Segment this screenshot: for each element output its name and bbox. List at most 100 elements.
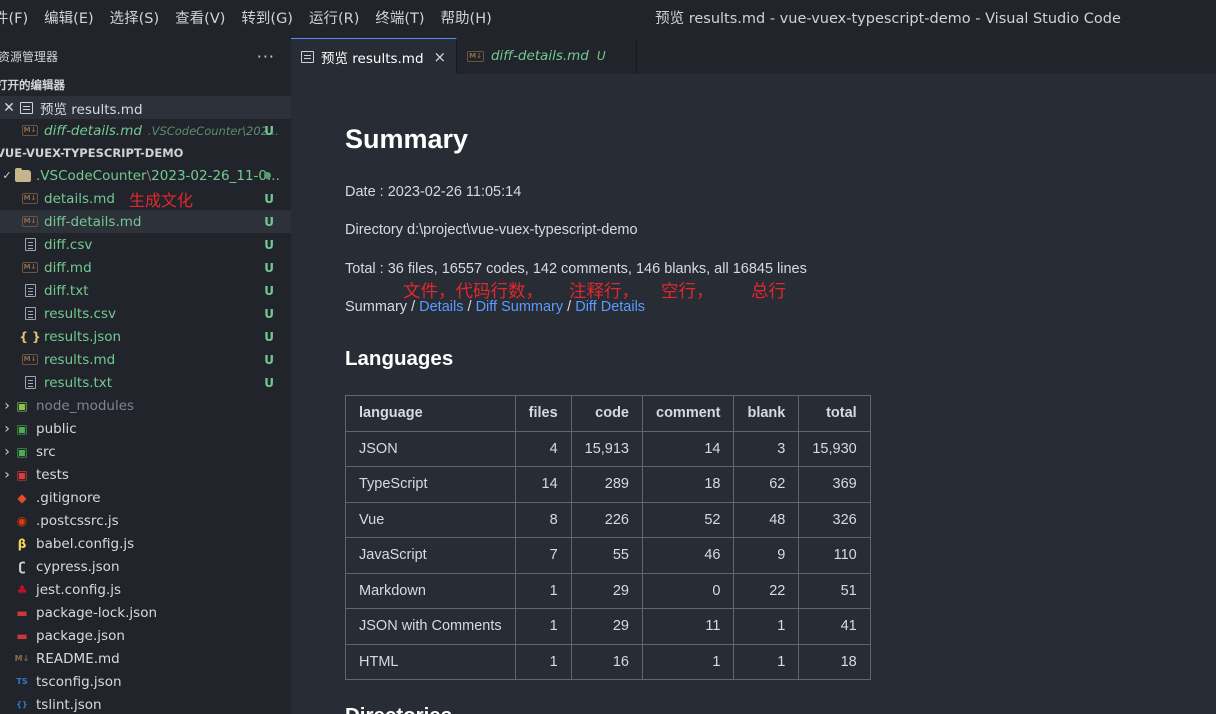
- open-editors-header[interactable]: 打开的编辑器: [0, 74, 291, 96]
- markdown-icon: M↓: [21, 262, 39, 273]
- file-label: .gitignore: [36, 489, 101, 506]
- status-badge: U: [596, 49, 606, 63]
- tree-file-details-md[interactable]: M↓ details.md 生成文化 U: [0, 187, 291, 210]
- tree-item-tsconfig-json[interactable]: TS tsconfig.json: [0, 670, 291, 693]
- table-cell: 8: [514, 501, 572, 538]
- menu-run[interactable]: 运行(R): [301, 0, 367, 38]
- table-cell: TypeScript: [345, 466, 516, 503]
- status-badge: U: [264, 123, 274, 138]
- status-badge: U: [264, 329, 274, 344]
- close-icon[interactable]: ×: [434, 48, 447, 66]
- table-cell: 48: [733, 501, 800, 538]
- table-cell: 16: [570, 643, 644, 680]
- file-label: results.txt: [44, 374, 113, 391]
- close-icon[interactable]: ✕: [0, 100, 18, 116]
- tree-file-diff-csv[interactable]: diff.csv U: [0, 233, 291, 256]
- diff-summary-link[interactable]: Diff Summary: [476, 299, 564, 315]
- menu-edit[interactable]: 编辑(E): [36, 0, 101, 38]
- folder-icon: ▣: [16, 467, 28, 482]
- folder-icon: ▣: [16, 444, 28, 459]
- table-cell: 1: [514, 643, 572, 680]
- open-editor-item-preview[interactable]: ✕ 预览 results.md: [0, 96, 291, 119]
- tree-item-src[interactable]: › ▣ src: [0, 440, 291, 463]
- folder-label: public: [36, 420, 77, 437]
- file-label: details.md: [44, 190, 115, 207]
- file-label: results.csv: [44, 305, 116, 322]
- nav-current: Summary: [345, 299, 408, 315]
- tree-folder-vscodecounter[interactable]: ✓ .VSCodeCounter\2023-02-26_11-0...: [0, 164, 291, 187]
- tree-item-package-lock-json[interactable]: ▬ package-lock.json: [0, 601, 291, 624]
- explorer-header: 资源管理器 ···: [0, 38, 291, 74]
- tab-label: diff-details.md: [490, 48, 589, 64]
- tree-file-results-csv[interactable]: results.csv U: [0, 302, 291, 325]
- status-badge: U: [264, 237, 274, 252]
- tree-file-results-txt[interactable]: results.txt U: [0, 371, 291, 394]
- tree-file-results-md[interactable]: M↓ results.md U: [0, 348, 291, 371]
- menu-bar: 件(F) 编辑(E) 选择(S) 查看(V) 转到(G) 运行(R) 终端(T)…: [0, 0, 500, 38]
- file-type-icon: ◆: [17, 490, 27, 505]
- chevron-right-icon: ›: [4, 443, 10, 460]
- file-label: jest.config.js: [36, 581, 122, 598]
- table-cell: Markdown: [345, 572, 516, 609]
- tree-file-diff-details-md[interactable]: M↓ diff-details.md U: [0, 210, 291, 233]
- tree-item-jest-config-js[interactable]: ♣ jest.config.js: [0, 578, 291, 601]
- status-badge: U: [264, 306, 274, 321]
- menu-go[interactable]: 转到(G): [233, 0, 301, 38]
- file-label: results.json: [44, 328, 122, 345]
- tree-file-diff-txt[interactable]: diff.txt U: [0, 279, 291, 302]
- tree-item-README-md[interactable]: M↓ README.md: [0, 647, 291, 670]
- column-header-comment: comment: [641, 395, 735, 432]
- status-badge: U: [264, 375, 274, 390]
- table-cell: 0: [641, 572, 735, 609]
- annotation-generated: 生成文化: [129, 190, 194, 210]
- folder-label: tests: [36, 466, 69, 483]
- table-cell: 226: [570, 501, 644, 538]
- tree-item-babel-config-js[interactable]: β babel.config.js: [0, 532, 291, 555]
- tree-item-gitignore[interactable]: ◆ .gitignore: [0, 486, 291, 509]
- tree-item-cypress-json[interactable]: ʗ cypress.json: [0, 555, 291, 578]
- total-line: Total : 36 files, 16557 codes, 142 comme…: [345, 261, 807, 277]
- menu-help[interactable]: 帮助(H): [433, 0, 500, 38]
- details-link[interactable]: Details: [419, 299, 463, 315]
- table-cell: 52: [641, 501, 735, 538]
- tab-preview-results[interactable]: 预览 results.md ×: [291, 38, 458, 74]
- title-bar: 件(F) 编辑(E) 选择(S) 查看(V) 转到(G) 运行(R) 终端(T)…: [0, 0, 1216, 38]
- folder-label: src: [36, 443, 56, 460]
- tree-item-package-json[interactable]: ▬ package.json: [0, 624, 291, 647]
- folder-icon: ▣: [16, 398, 28, 413]
- tree-file-diff-md[interactable]: M↓ diff.md U: [0, 256, 291, 279]
- table-cell: 1: [733, 608, 800, 645]
- explorer-title: 资源管理器: [0, 49, 59, 64]
- tree-item-node-modules[interactable]: › ▣ node_modules: [0, 394, 291, 417]
- menu-selection[interactable]: 选择(S): [102, 0, 168, 38]
- project-header[interactable]: VUE-VUEX-TYPESCRIPT-DEMO: [0, 142, 291, 164]
- tab-diff-details[interactable]: M↓ diff-details.md U: [457, 38, 637, 74]
- table-cell: 369: [798, 466, 871, 503]
- tree-file-results-json[interactable]: { } results.json U: [0, 325, 291, 348]
- open-editor-item-diff-details[interactable]: M↓ diff-details.md .VSCodeCounter\202...…: [0, 119, 291, 142]
- status-badge: U: [264, 191, 274, 206]
- table-cell: 14: [641, 430, 735, 467]
- diff-details-link[interactable]: Diff Details: [575, 299, 645, 315]
- markdown-icon: M↓: [21, 193, 39, 204]
- open-editor-label: diff-details.md: [44, 122, 142, 139]
- column-header-language: language: [345, 395, 516, 432]
- tree-item-tslint-json[interactable]: {} tslint.json: [0, 693, 291, 714]
- menu-view[interactable]: 查看(V): [167, 0, 233, 38]
- column-header-code: code: [570, 395, 644, 432]
- tree-item-postcssrc-js[interactable]: ◉ .postcssrc.js: [0, 509, 291, 532]
- more-actions-icon[interactable]: ···: [257, 47, 275, 66]
- menu-terminal[interactable]: 终端(T): [367, 0, 432, 38]
- file-icon: [22, 237, 38, 253]
- nav-sep: /: [463, 299, 476, 315]
- tree-item-public[interactable]: › ▣ public: [0, 417, 291, 440]
- table-cell: 1: [733, 643, 800, 680]
- folder-icon: ▣: [16, 421, 28, 436]
- table-cell: 4: [514, 430, 572, 467]
- directories-heading: Directories: [345, 704, 452, 714]
- table-cell: 41: [798, 608, 871, 645]
- menu-file[interactable]: 件(F): [0, 0, 36, 38]
- table-cell: 62: [733, 466, 800, 503]
- table-cell: 1: [514, 572, 572, 609]
- tree-item-tests[interactable]: › ▣ tests: [0, 463, 291, 486]
